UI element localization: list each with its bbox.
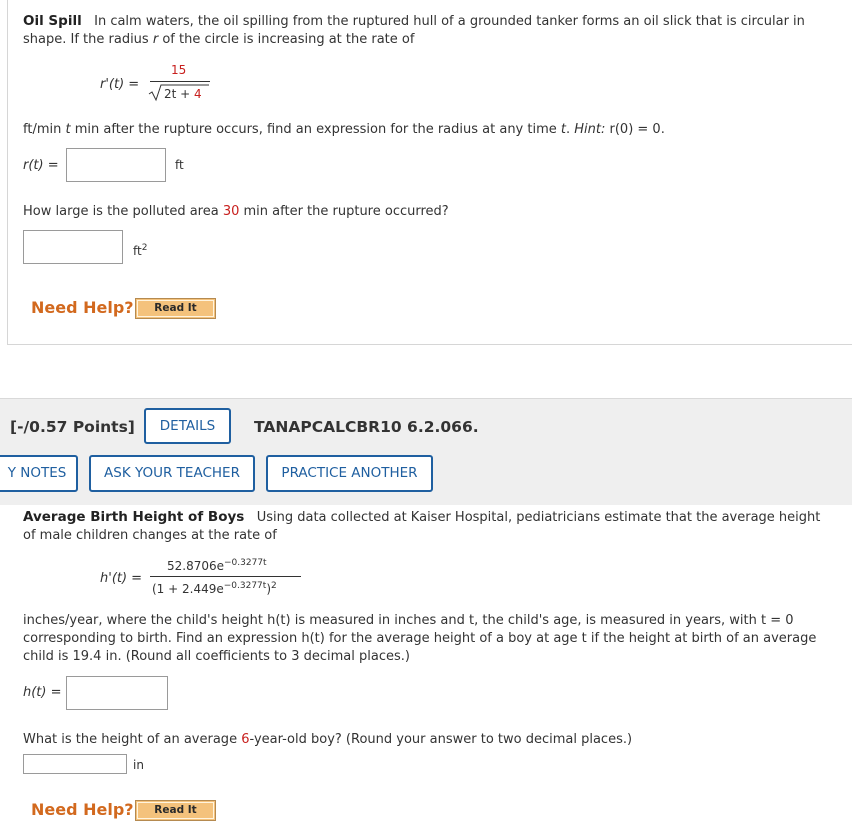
birth-height-body: inches/year, where the child's height h(…: [23, 612, 843, 666]
intro-text: In calm waters, the oil spilling from th…: [94, 14, 805, 29]
denominator-constant: 4: [194, 87, 202, 101]
hint-label: Hint:: [574, 122, 606, 137]
area-answer-input[interactable]: [23, 230, 123, 264]
height-answer-input[interactable]: [23, 754, 127, 774]
formula-lhs-text: r'(t) =: [100, 77, 140, 92]
ask-your-teacher-button[interactable]: ASK YOUR TEACHER: [89, 455, 255, 492]
rate-text: ft/min t min after the rupture occurs, f…: [23, 121, 665, 139]
body-text: inches/year, where the child's height h(…: [23, 613, 794, 628]
radius-answer-input[interactable]: [66, 148, 166, 182]
intro-text-part: of the circle is increasing at the rate …: [158, 32, 415, 47]
area-question-minutes: 30: [222, 204, 240, 219]
formula-numerator: 15: [171, 63, 187, 77]
formula-denominator: (1 + 2.449e−0.3277t)2: [152, 581, 277, 596]
height-unit: in: [133, 758, 144, 772]
radius-answer-label: r(t) =: [23, 158, 59, 173]
numerator-text: 52.8706e: [167, 559, 225, 573]
need-help-label: Need Help?: [31, 298, 134, 317]
hint-value: r(0) = 0.: [605, 122, 665, 137]
intro-text: Using data collected at Kaiser Hospital,…: [256, 510, 821, 525]
read-it-button[interactable]: Read It: [135, 800, 216, 821]
birth-height-intro: Average Birth Height of Boys Using data …: [23, 508, 843, 545]
body-text: child is 19.4 in. (Round all coefficient…: [23, 649, 410, 664]
formula-denominator: 2t + 4: [164, 87, 202, 101]
intro-text-part: shape. If the radius: [23, 32, 153, 47]
height-question-text: -year-old boy? (Round your answer to two…: [249, 732, 633, 747]
body-text: corresponding to birth. Find an expressi…: [23, 631, 817, 646]
denominator-power: 2: [271, 581, 277, 591]
denominator-text: 2t +: [164, 87, 195, 101]
area-unit-text: ft: [133, 244, 142, 258]
practice-another-button[interactable]: PRACTICE ANOTHER: [266, 455, 433, 492]
question-title: Average Birth Height of Boys: [23, 509, 245, 525]
my-notes-button[interactable]: Y NOTES: [0, 455, 78, 492]
denominator-exponent: −0.3277t: [223, 581, 267, 591]
intro-text: of male children changes at the rate of: [23, 528, 277, 543]
height-expression-input[interactable]: [66, 676, 168, 710]
problem-reference: TANAPCALCBR10 6.2.066.: [254, 418, 479, 436]
radius-unit: ft: [175, 158, 184, 172]
area-unit-exponent: 2: [141, 243, 148, 253]
area-question-text: min after the rupture occurred?: [239, 204, 449, 219]
area-question: How large is the polluted area 30 min af…: [23, 203, 449, 221]
fraction-bar: [150, 576, 301, 577]
height-question-text: What is the height of an average: [23, 732, 242, 747]
denominator-text: (1 + 2.449e: [152, 582, 224, 596]
question-title: Oil Spill: [23, 13, 82, 29]
area-question-text: How large is the polluted area: [23, 204, 223, 219]
fraction-bar: [150, 81, 210, 82]
points-label: [-/0.57 Points]: [10, 418, 135, 436]
numerator-exponent: −0.3277t: [224, 558, 267, 568]
formula-numerator: 52.8706e−0.3277t: [167, 558, 267, 573]
details-button[interactable]: DETAILS: [144, 408, 231, 444]
height-answer-label: h(t) =: [23, 685, 62, 700]
formula-lhs: r'(t) =: [100, 77, 139, 92]
need-help-label: Need Help?: [31, 800, 134, 819]
read-it-button[interactable]: Read It: [135, 298, 216, 319]
rate-text-part: ft/min: [23, 122, 66, 137]
rate-text-part: min after the rupture occurs, find an ex…: [70, 122, 561, 137]
height-question: What is the height of an average 6-year-…: [23, 731, 632, 749]
formula-lhs: h'(t) =: [100, 571, 143, 586]
area-unit: ft2: [133, 243, 147, 258]
oil-spill-intro: Oil Spill In calm waters, the oil spilli…: [23, 12, 843, 49]
